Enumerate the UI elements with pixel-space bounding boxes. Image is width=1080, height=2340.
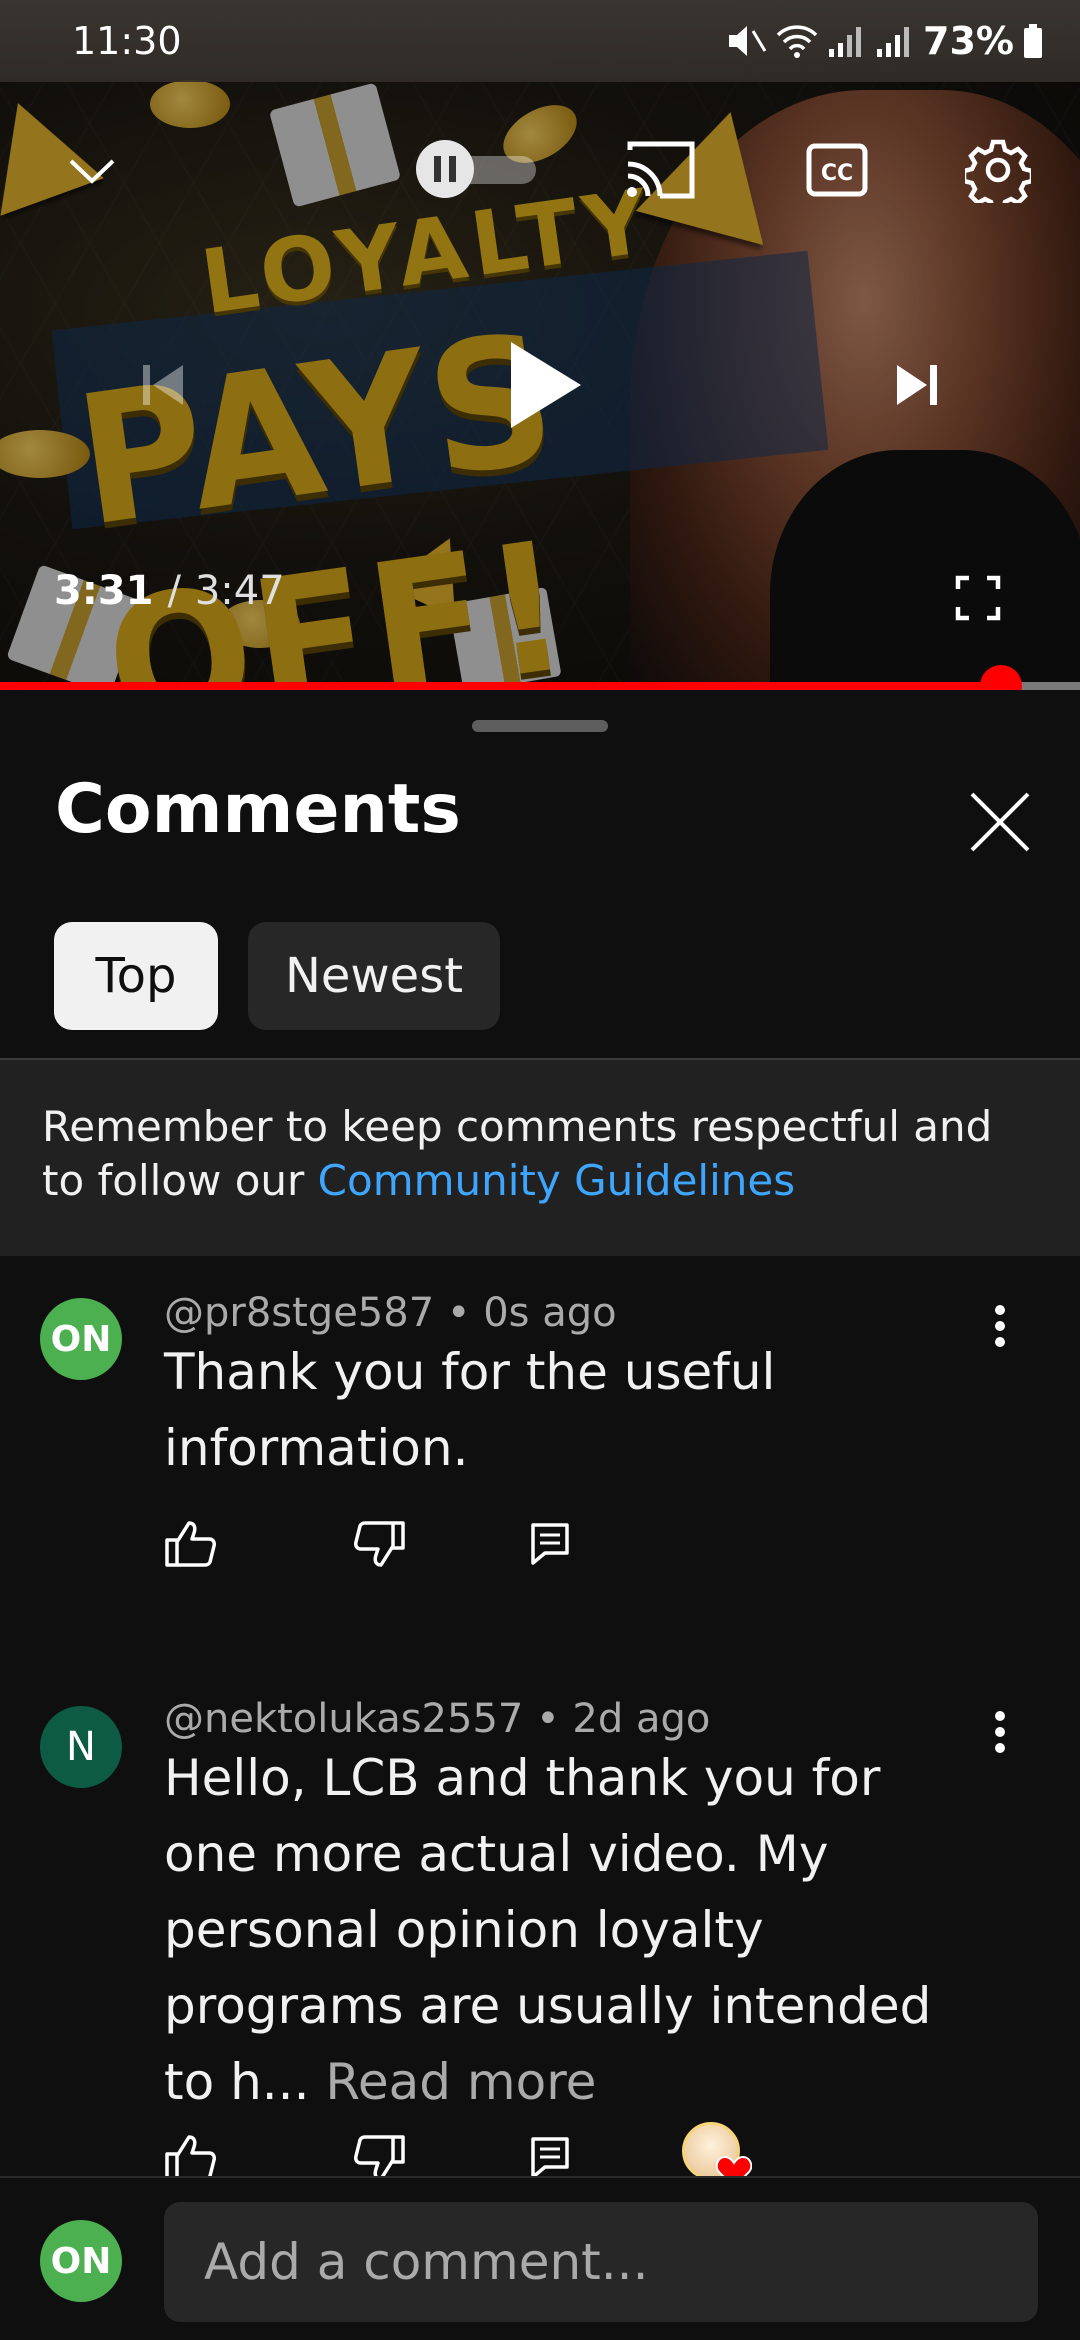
playback-time: 3:31 / 3:47 (54, 568, 285, 614)
dislike-button[interactable] (352, 1516, 408, 1572)
cast-icon (627, 141, 695, 199)
like-button[interactable] (162, 1516, 218, 1572)
comment-composer: ON Add a comment... (0, 2176, 1080, 2340)
mute-icon (729, 26, 767, 56)
signal-icon (829, 27, 862, 57)
reply-icon (531, 2137, 569, 2179)
comment-more-button[interactable] (972, 1286, 1028, 1366)
captions-button[interactable]: CC (802, 140, 872, 200)
more-vert-icon (995, 1305, 1005, 1347)
fullscreen-button[interactable] (948, 568, 1008, 628)
duration: 3:47 (194, 568, 285, 614)
seek-bar[interactable] (0, 665, 1080, 690)
comment-age: 2d ago (572, 1696, 711, 1742)
read-more-link[interactable]: Read more (325, 2053, 596, 2111)
comment-author[interactable]: @nektolukas2557 (164, 1696, 523, 1742)
svg-text:CC: CC (821, 161, 853, 186)
community-guidelines-link[interactable]: Community Guidelines (318, 1156, 795, 1205)
wifi-icon (776, 25, 818, 58)
time-separator: / (167, 568, 181, 614)
meta-separator: • (523, 1696, 573, 1742)
avatar: ON (40, 2220, 122, 2302)
next-button[interactable] (882, 350, 952, 420)
dislike-icon (354, 2135, 405, 2181)
comment-meta: @pr8stge587 • 0s ago (164, 1290, 617, 1336)
comment-author[interactable]: @pr8stge587 (164, 1290, 434, 1336)
comment-meta: @nektolukas2557 • 2d ago (164, 1696, 710, 1742)
close-icon (970, 792, 1030, 852)
status-bar: 11:30 73% (0, 0, 1080, 82)
close-button[interactable] (960, 782, 1040, 862)
comment-more-button[interactable] (972, 1692, 1028, 1772)
comment-text[interactable]: Hello, LCB and thank you for one more ac… (164, 1740, 984, 2120)
previous-icon (143, 365, 183, 405)
minimize-button[interactable] (52, 130, 132, 210)
avatar[interactable]: N (40, 1706, 122, 1788)
cast-button[interactable] (620, 132, 700, 208)
video-player[interactable]: LOYALTY PAYS OFF! CC 3:31 / 3:47 (0, 0, 1080, 690)
fullscreen-icon (955, 575, 1001, 621)
cc-icon: CC (806, 143, 868, 197)
status-icons: 73% (727, 19, 1044, 63)
seek-bar-progress (0, 682, 1002, 690)
like-icon (165, 1521, 216, 1567)
avatar[interactable]: ON (40, 1298, 122, 1380)
settings-gear-icon (965, 139, 1031, 203)
panel-title: Comments (55, 770, 461, 849)
battery-percent: 73% (923, 19, 1014, 63)
autoplay-knob (416, 140, 474, 198)
more-vert-icon (995, 1711, 1005, 1753)
chevron-down-icon (69, 159, 115, 184)
comment-body: Thank you for the useful information. (164, 1343, 776, 1477)
drag-handle[interactable] (472, 720, 608, 732)
status-clock: 11:30 (72, 19, 182, 63)
next-icon (897, 365, 937, 405)
current-time: 3:31 (54, 568, 154, 614)
like-icon (165, 2135, 216, 2181)
sort-chip-newest[interactable]: Newest (248, 922, 500, 1030)
play-button[interactable] (490, 330, 600, 440)
signal-icon (877, 27, 910, 57)
sort-chip-top[interactable]: Top (54, 922, 218, 1030)
pause-icon (434, 156, 456, 182)
play-icon (511, 342, 581, 428)
settings-button[interactable] (960, 132, 1036, 208)
comment-text[interactable]: Thank you for the useful information. (164, 1334, 864, 1486)
dislike-icon (354, 1521, 405, 1567)
previous-button[interactable] (128, 350, 198, 420)
guidelines-notice: Remember to keep comments respectful and… (0, 1058, 1080, 1256)
add-comment-input[interactable]: Add a comment... (164, 2202, 1038, 2322)
reply-button[interactable] (522, 1516, 578, 1572)
reply-icon (531, 1523, 569, 1565)
battery-icon (1024, 24, 1042, 58)
comments-panel: Comments Top Newest Remember to keep com… (0, 690, 1080, 2340)
meta-separator: • (434, 1290, 484, 1336)
comment-age: 0s ago (483, 1290, 617, 1336)
autoplay-toggle[interactable] (416, 140, 540, 198)
